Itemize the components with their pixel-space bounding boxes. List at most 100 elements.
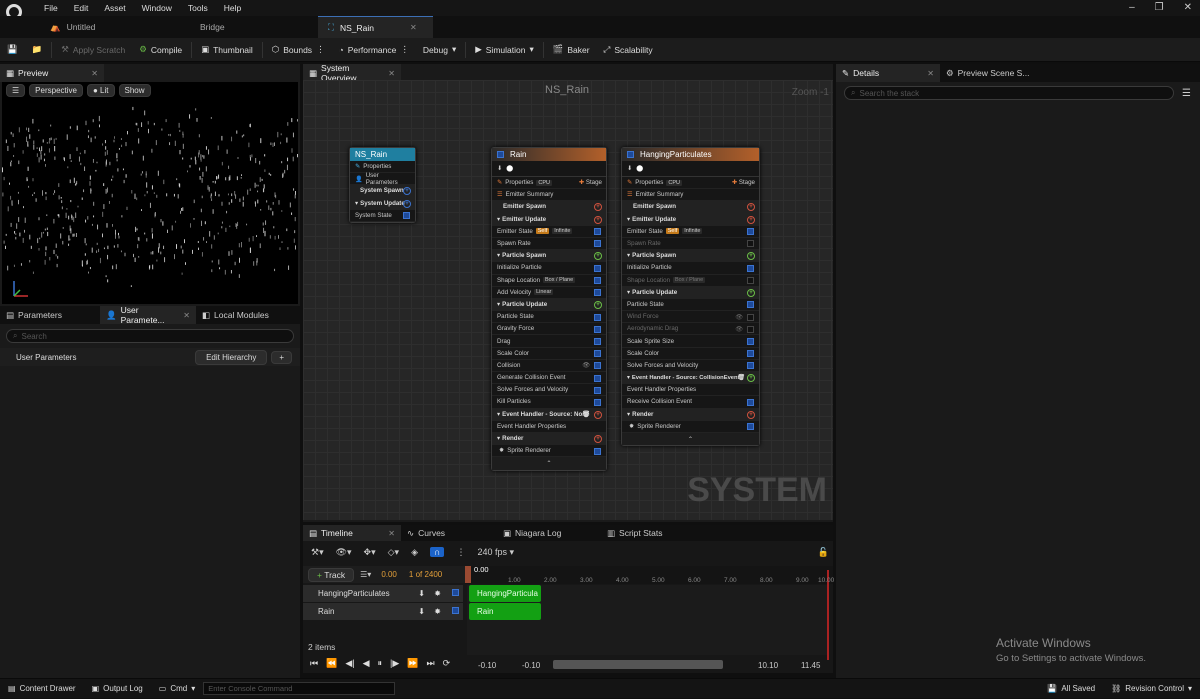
viewport-menu-button[interactable]: ☰	[6, 84, 26, 97]
parameters-search-input[interactable]: ⌕ Search	[6, 329, 294, 343]
collapse-icon[interactable]: ▾	[355, 200, 358, 207]
node-row[interactable]: Emitter Spawn +	[492, 201, 606, 214]
lock-icon[interactable]: 🔓	[818, 547, 829, 558]
cmd-dropdown[interactable]: ▭ Cmd ▾	[151, 679, 203, 699]
node-row[interactable]: ▾ Particle Spawn +	[622, 250, 759, 263]
node-row[interactable]: Particle State	[622, 299, 759, 312]
menu-file[interactable]: File	[44, 3, 58, 13]
collapse-icon[interactable]: ▾	[627, 289, 630, 296]
node-row[interactable]: Initialize Particle	[622, 262, 759, 275]
pause-icon[interactable]: ⏸	[378, 658, 383, 669]
next-key-icon[interactable]: ⏩	[407, 658, 418, 669]
enable-checkbox[interactable]	[747, 240, 754, 248]
tab-script-stats[interactable]: ▥ Script Stats	[601, 525, 701, 541]
range-end-view[interactable]: 10.10	[758, 661, 778, 670]
enable-checkbox[interactable]	[747, 325, 754, 333]
collapse-icon[interactable]: ▾	[627, 252, 630, 259]
node-row[interactable]: Scale Sprite Size	[622, 335, 759, 348]
visibility-icon[interactable]: 👁	[735, 313, 743, 321]
node-row[interactable]: Initialize Particle	[492, 262, 606, 275]
enable-checkbox[interactable]	[594, 362, 601, 370]
system-node[interactable]: NS_Rain ✎ Properties 👤 User Parameters Sys…	[349, 147, 416, 223]
enable-checkbox[interactable]	[594, 337, 601, 345]
lit-button[interactable]: ● Lit	[86, 84, 115, 97]
enable-checkbox[interactable]	[594, 240, 601, 248]
console-input[interactable]: Enter Console Command	[203, 682, 396, 695]
tab-curves[interactable]: ∿ Curves	[401, 525, 497, 541]
close-tab-icon[interactable]: ✕	[183, 311, 190, 320]
menu-tools[interactable]: Tools	[188, 3, 208, 13]
menu-edit[interactable]: Edit	[74, 3, 89, 13]
collapse-icon[interactable]: ▾	[497, 252, 500, 259]
node-row[interactable]: Aerodynamic Drag 👁	[622, 323, 759, 336]
collapse-icon[interactable]: ▾	[627, 375, 630, 381]
simulation-button[interactable]: ▶ Simulation ▾	[468, 38, 541, 62]
show-button[interactable]: Show	[118, 84, 151, 97]
visibility-icon[interactable]: 👁	[735, 325, 743, 333]
node-row[interactable]: ▾ Emitter Update +	[492, 213, 606, 226]
enable-checkbox[interactable]	[594, 386, 601, 394]
tools-icon[interactable]: ⚒▾	[311, 547, 324, 558]
bounds-button[interactable]: ⬡ Bounds ⋮	[265, 38, 332, 62]
collapse-icon[interactable]: ▾	[497, 435, 500, 442]
playhead[interactable]	[465, 566, 471, 583]
node-row[interactable]: Receive Collision Event	[622, 396, 759, 409]
add-module-icon[interactable]: +	[594, 300, 602, 309]
snap-options-icon[interactable]: ⋮	[456, 547, 465, 558]
play-reverse-icon[interactable]: ◀	[363, 658, 370, 669]
more-icon[interactable]: ⋮	[400, 44, 409, 55]
node-row[interactable]: Drag	[492, 335, 606, 348]
tab-preview-scene-settings[interactable]: ⚙ Preview Scene S...	[940, 64, 1040, 82]
edit-hierarchy-button[interactable]: Edit Hierarchy	[195, 349, 268, 365]
node-row[interactable]: ▾ Particle Spawn +	[492, 250, 606, 263]
add-module-icon[interactable]: +	[747, 252, 755, 261]
tab-ns-rain[interactable]: ⛶ NS_Rain ✕	[318, 16, 433, 38]
viewport[interactable]: ☰ Perspective ● Lit Show	[2, 82, 298, 304]
range-start[interactable]: -0.10	[478, 661, 496, 670]
tab-details[interactable]: ✎ Details ✕	[836, 64, 940, 82]
node-row[interactable]: Emitter State Self Infinite	[622, 226, 759, 238]
close-tab-icon[interactable]: ✕	[410, 23, 417, 32]
node-row[interactable]: Generate Collision Event	[492, 372, 606, 385]
node-row[interactable]: ✎ Properties CPU ✚ Stage	[622, 177, 759, 190]
fps-dropdown[interactable]: 240 fps ▾	[477, 547, 514, 558]
visibility-icon[interactable]: 👁	[582, 361, 590, 369]
compile-button[interactable]: ⚙ Compile	[132, 38, 189, 62]
track-row[interactable]: Rain ⬇ ✸	[303, 603, 463, 620]
menu-asset[interactable]: Asset	[104, 3, 125, 13]
perspective-button[interactable]: Perspective	[29, 84, 83, 97]
node-row[interactable]: Emitter Spawn +	[622, 201, 759, 214]
tab-timeline[interactable]: ▤ Timeline ✕	[303, 525, 401, 541]
add-module-icon[interactable]: +	[403, 187, 411, 196]
node-row[interactable]: ▾ Render +	[492, 432, 606, 446]
tab-local-modules[interactable]: ◧ Local Modules	[196, 306, 296, 324]
enable-checkbox[interactable]	[747, 337, 754, 345]
maximize-icon[interactable]: ❐	[1155, 2, 1164, 13]
close-icon[interactable]: ✕	[1184, 2, 1192, 13]
collapse-icon[interactable]: ▾	[497, 411, 500, 418]
emitter-enable-checkbox[interactable]	[497, 151, 504, 158]
revision-control-button[interactable]: ⛓ Revision Control ▾	[1103, 679, 1200, 699]
emitter-node-hanging-particulates[interactable]: HangingParticulates ⬇ ⬤ ✎ Properties CPU ✚ S…	[621, 147, 760, 447]
details-search-input[interactable]: ⌕ Search the stack	[844, 86, 1174, 100]
tab-untitled[interactable]: ⛺ Untitled	[40, 16, 160, 38]
close-tab-icon[interactable]: ✕	[927, 69, 934, 78]
node-row[interactable]: ✸ Sprite Renderer	[622, 421, 759, 433]
collapse-icon[interactable]: ▾	[627, 411, 630, 418]
enable-checkbox[interactable]	[747, 277, 754, 284]
node-row[interactable]: ▾ Particle Update +	[622, 286, 759, 299]
node-row[interactable]: ▾ Emitter Update +	[622, 213, 759, 226]
track-enable-checkbox[interactable]	[452, 589, 459, 596]
tab-bridge[interactable]: Bridge	[160, 16, 270, 38]
snap-icon[interactable]: ∩	[429, 547, 445, 557]
node-row[interactable]: 👤 User Parameters	[350, 172, 415, 186]
keyframe-icon[interactable]: ◇▾	[388, 547, 399, 558]
close-tab-icon[interactable]: ✕	[388, 69, 395, 78]
track-clip[interactable]: Rain	[469, 603, 541, 620]
node-row[interactable]: ▾ Render +	[622, 408, 759, 421]
node-row[interactable]: ▾ Event Handler - Source: None 🗑 +	[492, 408, 606, 421]
close-tab-icon[interactable]: ✕	[91, 69, 98, 78]
enable-checkbox[interactable]	[747, 423, 754, 431]
add-module-icon[interactable]: +	[747, 203, 755, 212]
add-module-icon[interactable]: +	[747, 374, 755, 382]
